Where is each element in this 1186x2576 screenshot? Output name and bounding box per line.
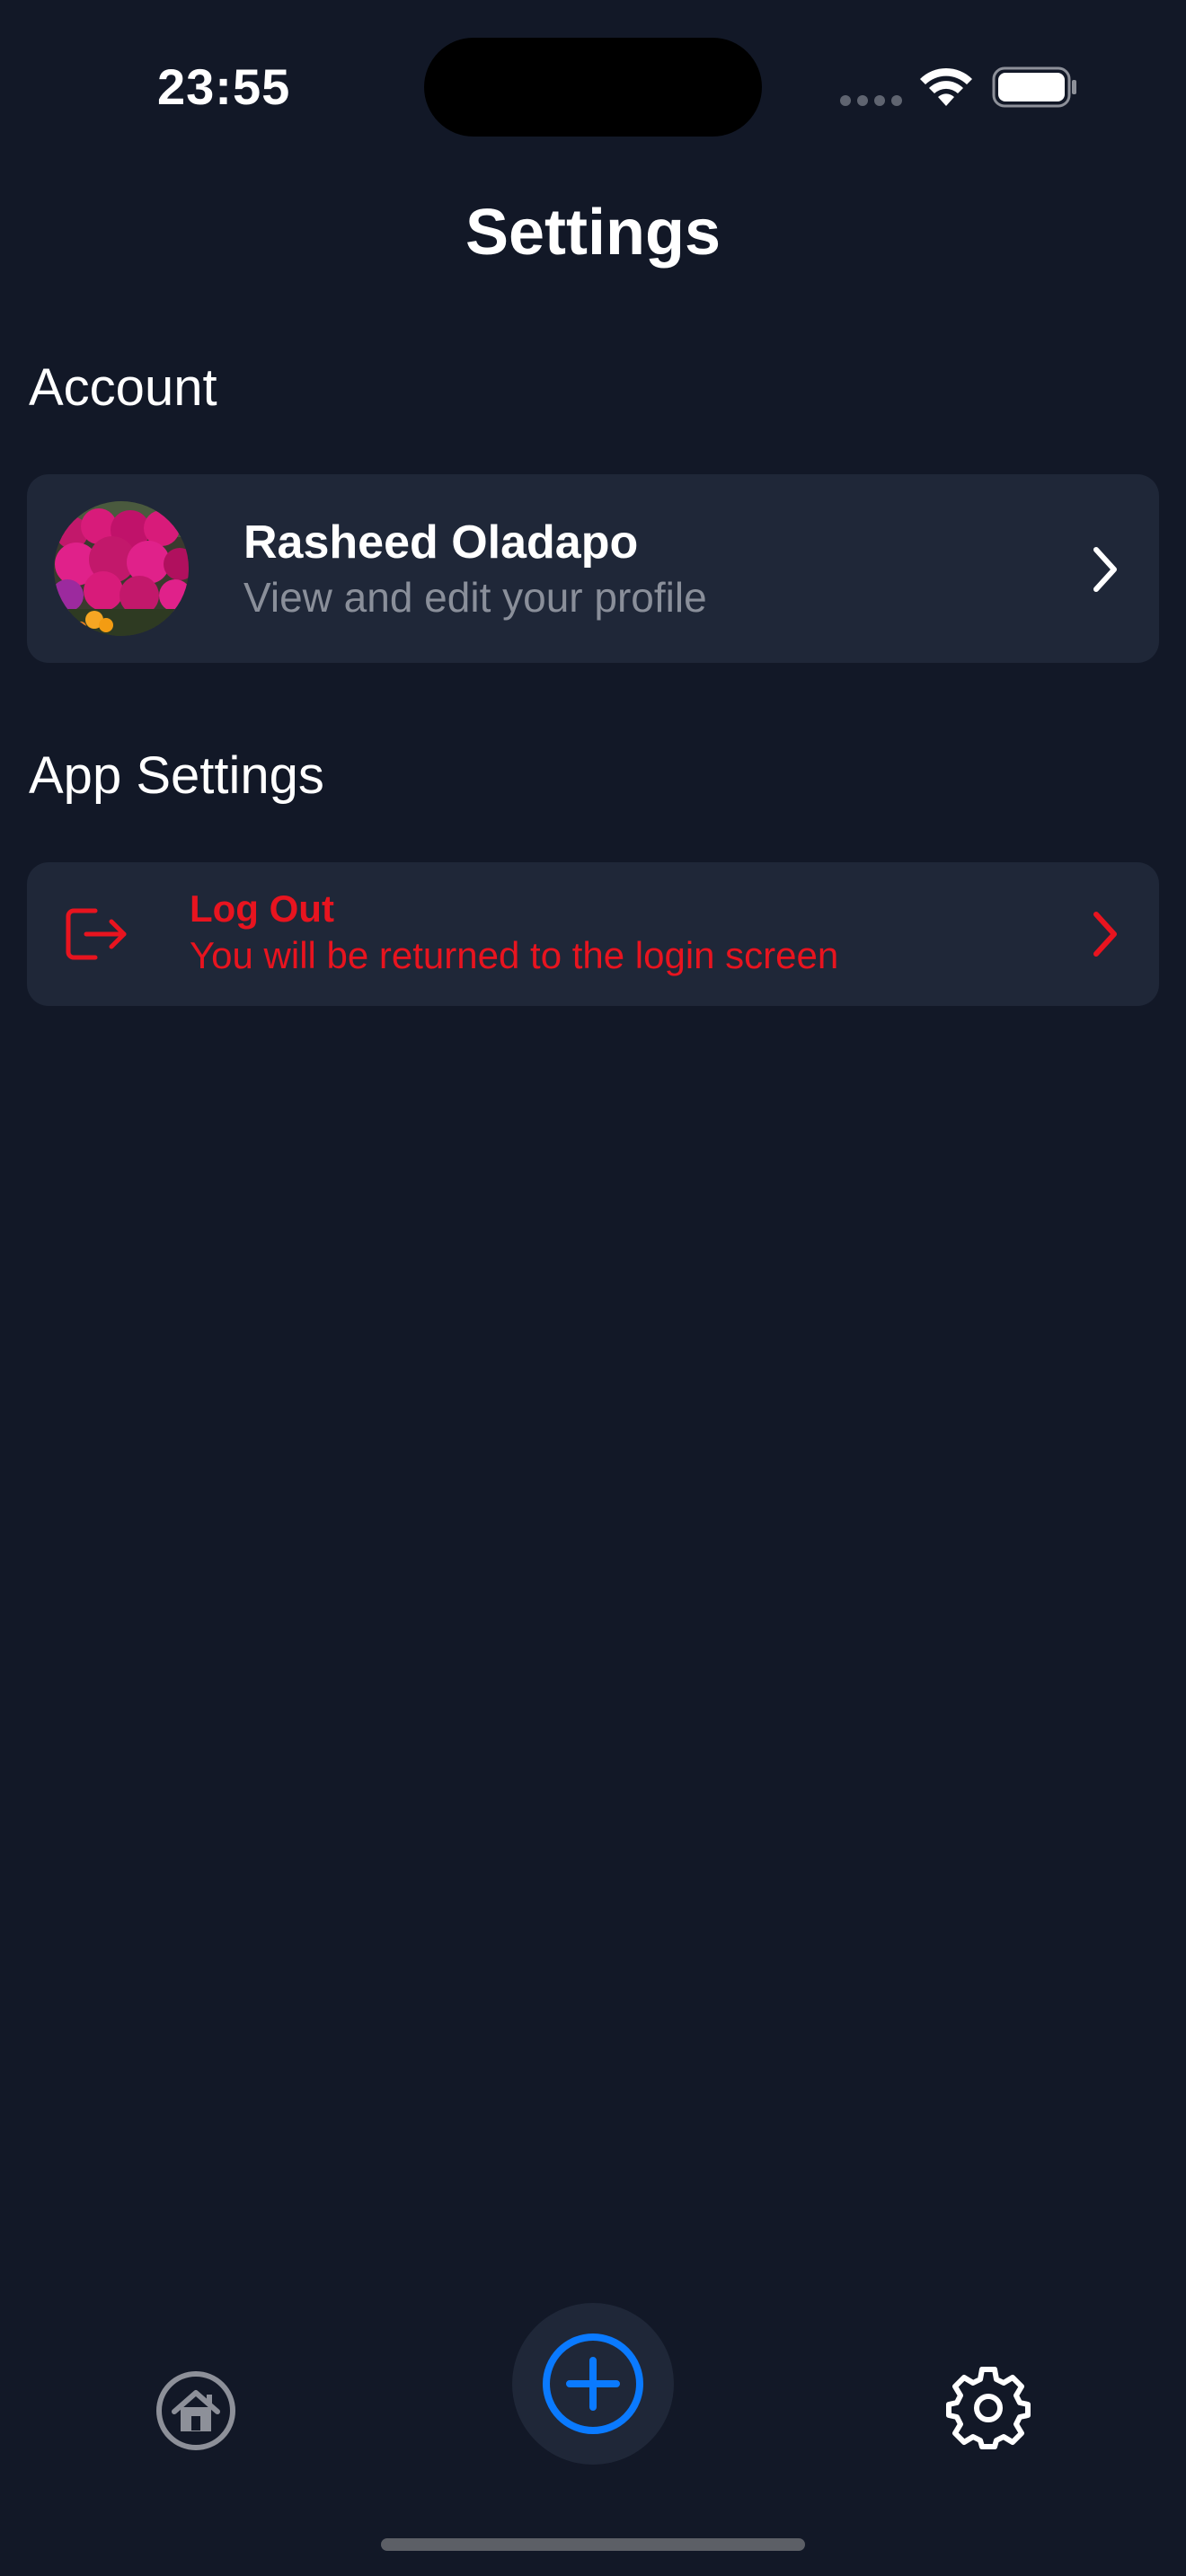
logout-row[interactable]: Log Out You will be returned to the logi… <box>27 862 1159 1006</box>
page-title: Settings <box>465 197 721 269</box>
section-heading-app-settings: App Settings <box>29 746 324 805</box>
section-heading-account: Account <box>29 358 217 417</box>
home-indicator <box>381 2538 805 2551</box>
avatar-image <box>54 501 189 636</box>
add-button[interactable] <box>512 2303 674 2465</box>
logout-subtitle: You will be returned to the login screen <box>190 934 839 976</box>
home-icon[interactable] <box>155 2369 237 2452</box>
logout-icon <box>66 908 127 960</box>
wifi-icon <box>920 67 972 106</box>
profile-row[interactable]: Rasheed Oladapo View and edit your profi… <box>27 474 1159 663</box>
dynamic-island <box>424 38 762 137</box>
cellular-signal-icon <box>840 95 903 108</box>
plus-circle-icon <box>543 2333 643 2434</box>
chevron-right-icon <box>1093 547 1117 592</box>
logout-title: Log Out <box>190 887 334 930</box>
profile-subtitle: View and edit your profile <box>243 574 707 621</box>
profile-name: Rasheed Oladapo <box>243 516 639 569</box>
status-time: 23:55 <box>157 58 291 115</box>
status-bar: 23:55 <box>0 0 1186 180</box>
gear-icon[interactable] <box>945 2364 1031 2450</box>
battery-icon <box>992 66 1076 108</box>
avatar <box>54 501 189 636</box>
chevron-right-icon <box>1093 912 1117 957</box>
